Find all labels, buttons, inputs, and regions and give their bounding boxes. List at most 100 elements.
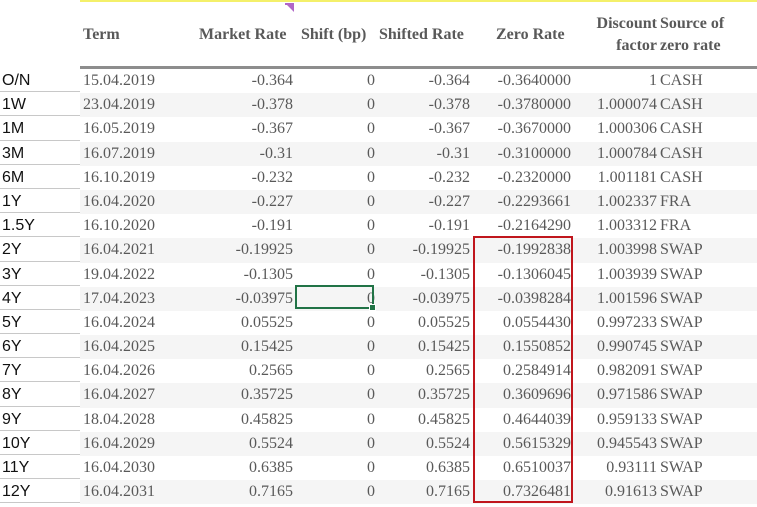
shift-cell[interactable]: 0 — [293, 311, 375, 335]
source-cell[interactable]: CASH — [660, 142, 703, 166]
tenor-cell[interactable]: 12Y — [0, 480, 80, 504]
tenor-cell[interactable]: O/N — [0, 69, 80, 93]
market-rate-cell[interactable]: -0.232 — [80, 166, 293, 190]
source-cell[interactable]: SWAP — [660, 238, 703, 262]
shift-cell[interactable]: 0 — [293, 142, 375, 166]
shift-cell[interactable]: 0 — [293, 214, 375, 238]
market-rate-cell[interactable]: -0.1305 — [80, 263, 293, 287]
source-cell[interactable]: SWAP — [660, 456, 703, 480]
tenor-cell[interactable]: 3Y — [0, 263, 80, 286]
shift-cell[interactable]: 0 — [293, 383, 375, 407]
market-rate-cell[interactable]: -0.364 — [80, 69, 293, 93]
shifted-rate-cell[interactable]: 0.7165 — [375, 480, 470, 504]
shifted-rate-cell[interactable]: -0.227 — [375, 190, 470, 214]
header-shifted-rate[interactable]: Shifted Rate — [379, 24, 464, 46]
shifted-rate-cell[interactable]: 0.45825 — [375, 408, 470, 432]
shift-cell[interactable]: 0 — [293, 69, 375, 93]
discount-factor-cell[interactable]: 0.971586 — [571, 383, 657, 407]
market-rate-cell[interactable]: -0.227 — [80, 190, 293, 214]
shift-cell[interactable]: 0 — [293, 117, 375, 141]
source-cell[interactable]: CASH — [660, 166, 703, 190]
tenor-cell[interactable]: 3M — [0, 142, 80, 165]
source-cell[interactable]: FRA — [660, 190, 691, 214]
header-zero-rate[interactable]: Zero Rate — [496, 24, 565, 46]
shifted-rate-cell[interactable]: -0.364 — [375, 69, 470, 93]
discount-factor-cell[interactable]: 1 — [571, 69, 657, 93]
shift-cell[interactable]: 0 — [293, 480, 375, 504]
source-cell[interactable]: SWAP — [660, 359, 703, 383]
source-cell[interactable]: SWAP — [660, 432, 703, 456]
market-rate-cell[interactable]: -0.31 — [80, 142, 293, 166]
market-rate-cell[interactable]: 0.5524 — [80, 432, 293, 456]
shift-cell[interactable]: 0 — [293, 263, 375, 287]
source-cell[interactable]: SWAP — [660, 287, 703, 311]
zero-rate-cell[interactable]: -0.2164290 — [470, 214, 571, 238]
discount-factor-cell[interactable]: 1.000784 — [571, 142, 657, 166]
market-rate-cell[interactable]: -0.378 — [80, 93, 293, 117]
shifted-rate-cell[interactable]: 0.6385 — [375, 456, 470, 480]
source-cell[interactable]: SWAP — [660, 408, 703, 432]
tenor-cell[interactable]: 8Y — [0, 383, 80, 407]
shifted-rate-cell[interactable]: -0.367 — [375, 117, 470, 141]
discount-factor-cell[interactable]: 1.000074 — [571, 93, 657, 117]
discount-factor-cell[interactable]: 0.982091 — [571, 359, 657, 383]
discount-factor-cell[interactable]: 0.997233 — [571, 311, 657, 335]
header-discount-factor[interactable]: Discount factor — [588, 13, 657, 57]
discount-factor-cell[interactable]: 1.001596 — [571, 287, 657, 311]
source-cell[interactable]: SWAP — [660, 263, 703, 287]
tenor-cell[interactable]: 1M — [0, 117, 80, 141]
discount-factor-cell[interactable]: 1.003998 — [571, 238, 657, 262]
shift-cell[interactable]: 0 — [293, 93, 375, 117]
market-rate-cell[interactable]: -0.03975 — [80, 287, 293, 311]
zero-rate-cell[interactable]: -0.3780000 — [470, 93, 571, 117]
market-rate-cell[interactable]: -0.191 — [80, 214, 293, 238]
shifted-rate-cell[interactable]: 0.2565 — [375, 359, 470, 383]
market-rate-cell[interactable]: -0.19925 — [80, 238, 293, 262]
market-rate-cell[interactable]: 0.05525 — [80, 311, 293, 335]
zero-rate-cell[interactable]: -0.2320000 — [470, 166, 571, 190]
market-rate-cell[interactable]: -0.367 — [80, 117, 293, 141]
tenor-cell[interactable]: 5Y — [0, 311, 80, 335]
discount-factor-cell[interactable]: 1.003939 — [571, 263, 657, 287]
tenor-cell[interactable]: 10Y — [0, 432, 80, 455]
shift-cell[interactable]: 0 — [293, 456, 375, 480]
zero-rate-cell[interactable]: -0.3100000 — [470, 142, 571, 166]
tenor-cell[interactable]: 6M — [0, 166, 80, 189]
discount-factor-cell[interactable]: 1.001181 — [571, 166, 657, 190]
source-cell[interactable]: SWAP — [660, 311, 703, 335]
discount-factor-cell[interactable]: 1.003312 — [571, 214, 657, 238]
tenor-cell[interactable]: 4Y — [0, 287, 80, 310]
shift-cell[interactable]: 0 — [293, 190, 375, 214]
shifted-rate-cell[interactable]: -0.378 — [375, 93, 470, 117]
fill-handle[interactable] — [369, 304, 376, 311]
tenor-cell[interactable]: 1W — [0, 93, 80, 117]
shifted-rate-cell[interactable]: 0.15425 — [375, 335, 470, 359]
source-cell[interactable]: SWAP — [660, 335, 703, 359]
shift-cell[interactable]: 0 — [293, 166, 375, 190]
shifted-rate-cell[interactable]: -0.31 — [375, 142, 470, 166]
discount-factor-cell[interactable]: 0.990745 — [571, 335, 657, 359]
tenor-cell[interactable]: 1Y — [0, 190, 80, 214]
tenor-cell[interactable]: 9Y — [0, 408, 80, 431]
market-rate-cell[interactable]: 0.2565 — [80, 359, 293, 383]
source-cell[interactable]: CASH — [660, 69, 703, 93]
market-rate-cell[interactable]: 0.7165 — [80, 480, 293, 504]
header-market-rate[interactable]: Market Rate — [199, 24, 287, 46]
selected-cell[interactable] — [295, 285, 376, 311]
shifted-rate-cell[interactable]: -0.191 — [375, 214, 470, 238]
discount-factor-cell[interactable]: 0.959133 — [571, 408, 657, 432]
discount-factor-cell[interactable]: 0.93111 — [571, 456, 657, 480]
shift-cell[interactable]: 0 — [293, 359, 375, 383]
source-cell[interactable]: FRA — [660, 214, 691, 238]
shift-cell[interactable]: 0 — [293, 432, 375, 456]
source-cell[interactable]: CASH — [660, 117, 703, 141]
source-cell[interactable]: SWAP — [660, 480, 703, 504]
shifted-rate-cell[interactable]: 0.5524 — [375, 432, 470, 456]
tenor-cell[interactable]: 6Y — [0, 335, 80, 359]
zero-rate-cell[interactable]: -0.3640000 — [470, 69, 571, 93]
discount-factor-cell[interactable]: 1.002337 — [571, 190, 657, 214]
source-cell[interactable]: CASH — [660, 93, 703, 117]
shift-cell[interactable]: 0 — [293, 335, 375, 359]
shifted-rate-cell[interactable]: -0.03975 — [375, 287, 470, 311]
shifted-rate-cell[interactable]: 0.35725 — [375, 383, 470, 407]
